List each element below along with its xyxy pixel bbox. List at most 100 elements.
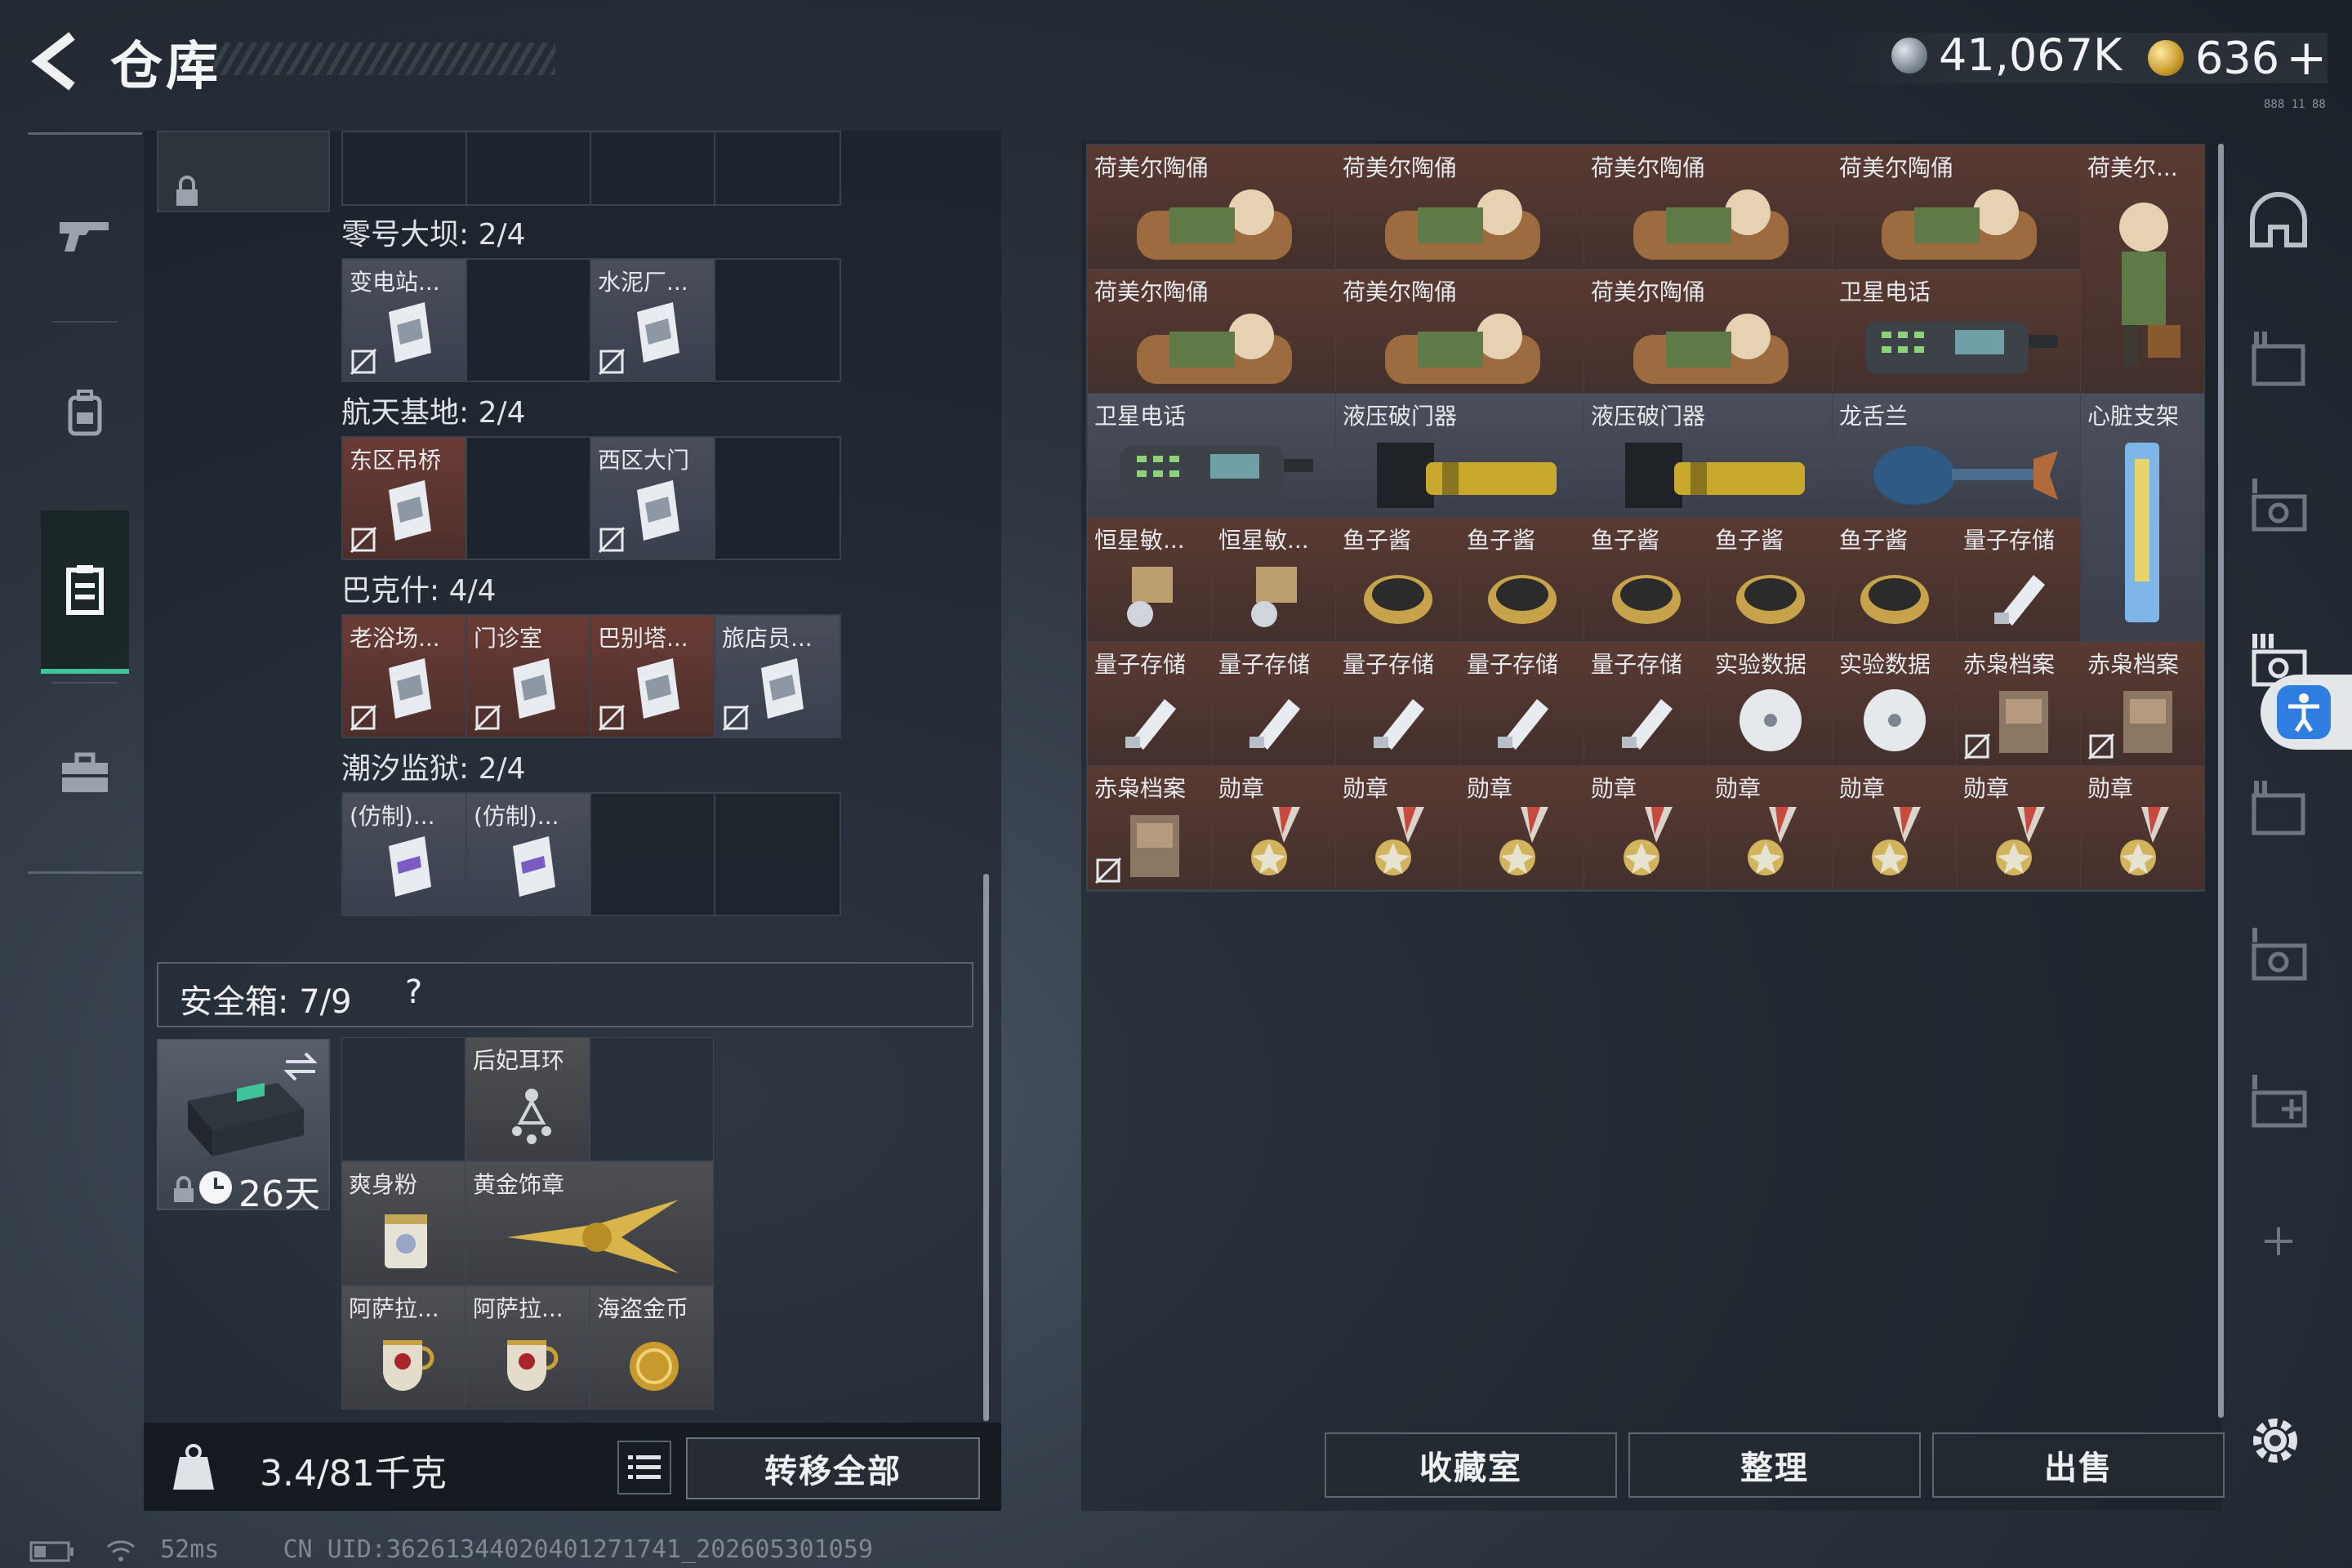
back-button[interactable]	[24, 31, 90, 91]
stash-item[interactable]: 鱼子酱	[1460, 518, 1584, 642]
silver-coin-icon	[1891, 37, 1927, 74]
stash-item[interactable]: 液压破门器	[1584, 394, 1833, 518]
stash-item[interactable]: 荷美尔陶俑	[1088, 145, 1336, 270]
safebox-item-wide[interactable]: 黄金饰章	[466, 1161, 714, 1285]
no-trade-icon	[350, 348, 377, 376]
stash-item[interactable]: 量子存储	[1212, 642, 1336, 766]
stash-item[interactable]: 荷美尔陶俑	[1336, 270, 1584, 394]
safebox-item[interactable]: 阿萨拉...	[466, 1285, 590, 1410]
locked-item-slot[interactable]	[157, 131, 330, 212]
stash-item[interactable]: 实验数据	[1833, 642, 1957, 766]
stash-item[interactable]: 鱼子酱	[1833, 518, 1957, 642]
keycard-slot[interactable]: 巴别塔...	[591, 616, 715, 737]
stash-item[interactable]: 赤枭档案	[2081, 642, 2205, 766]
stash-item[interactable]: 荷美尔...	[2081, 145, 2205, 394]
sell-button[interactable]: 出售	[1932, 1432, 2225, 1498]
stash-item[interactable]: 赤枭档案	[1088, 766, 1212, 890]
data-disc-icon	[1740, 689, 1802, 751]
collection-room-button[interactable]: 收藏室	[1325, 1432, 1617, 1498]
stash-item[interactable]: 荷美尔陶俑	[1584, 270, 1833, 394]
stash-item[interactable]: 量子存储	[1460, 642, 1584, 766]
stash-item[interactable]: 勋章	[1584, 766, 1708, 890]
keycard-slot[interactable]: 门诊室	[467, 616, 591, 737]
keycard-slot[interactable]: 西区大门	[591, 438, 715, 559]
rail-storage-6[interactable]	[2238, 915, 2319, 996]
stash-item[interactable]: 恒星敏...	[1212, 518, 1336, 642]
ping-value: 52ms	[160, 1535, 220, 1564]
stash-item[interactable]: 荷美尔陶俑	[1833, 145, 2081, 270]
stash-item[interactable]: 勋章	[1336, 766, 1460, 890]
sort-button[interactable]: 整理	[1628, 1432, 1921, 1498]
accessibility-button[interactable]	[2261, 675, 2352, 750]
stash-item[interactable]: 勋章	[1460, 766, 1584, 890]
stash-item[interactable]: 量子存储	[1957, 518, 2081, 642]
stash-item[interactable]: 荷美尔陶俑	[1088, 270, 1336, 394]
caviar-tin-icon	[1364, 575, 1432, 624]
rail-storage-2[interactable]	[2238, 318, 2319, 400]
stash-item[interactable]: 勋章	[1212, 766, 1336, 890]
stash-item[interactable]: 实验数据	[1708, 642, 1833, 766]
rail-storage-7[interactable]	[2238, 1062, 2319, 1143]
stash-item[interactable]: 荷美尔陶俑	[1336, 145, 1584, 270]
keycard-slot[interactable]: (仿制)...	[467, 794, 591, 915]
nav-weapons[interactable]	[41, 153, 129, 316]
empty-slot	[467, 260, 591, 381]
help-icon[interactable]: ?	[405, 973, 422, 1011]
stash-item[interactable]: 鱼子酱	[1708, 518, 1833, 642]
gear-icon	[2253, 1419, 2297, 1463]
stash-item[interactable]: 勋章	[1957, 766, 2081, 890]
stash-scrollbar[interactable]	[2218, 144, 2224, 1418]
safebox-item[interactable]: 爽身粉	[341, 1161, 466, 1285]
stash-item[interactable]: 量子存储	[1088, 642, 1212, 766]
list-view-button[interactable]	[617, 1441, 671, 1494]
figurine-icon	[1385, 314, 1540, 384]
keycard-icon	[389, 836, 431, 897]
keycard-slot[interactable]: (仿制)...	[343, 794, 467, 915]
stash-item[interactable]: 勋章	[1833, 766, 1957, 890]
keycard-slot[interactable]: 东区吊桥	[343, 438, 467, 559]
stash-item[interactable]: 量子存储	[1336, 642, 1460, 766]
status-bar: 52ms CN UID:36261344020401271741_2026053…	[29, 1535, 873, 1565]
quantum-storage-icon	[1125, 699, 1176, 750]
nav-storage[interactable]	[41, 510, 129, 674]
add-currency-button[interactable]: +	[2286, 29, 2327, 87]
keycard-slot[interactable]: 旅店员...	[715, 616, 840, 737]
map-title-tidal-prison: 潮汐监狱: 2/4	[341, 752, 526, 786]
settings-button[interactable]	[2243, 1408, 2308, 1473]
keycard-icon	[389, 480, 431, 541]
stash-item[interactable]: 勋章	[2081, 766, 2205, 890]
keycard-slot[interactable]: 老浴场...	[343, 616, 467, 737]
keycard-slot[interactable]: 水泥厂...	[591, 260, 715, 381]
rail-storage-3[interactable]	[2238, 466, 2319, 547]
nav-backpack[interactable]	[41, 331, 129, 494]
gold-currency[interactable]: 636 +	[2148, 29, 2327, 87]
stash-item[interactable]: 卫星电话	[1088, 394, 1336, 518]
stash-item[interactable]: 恒星敏...	[1088, 518, 1212, 642]
stash-item[interactable]: 心脏支架	[2081, 394, 2205, 642]
safebox-item[interactable]: 海盗金币	[590, 1285, 714, 1410]
stash-item[interactable]: 液压破门器	[1336, 394, 1584, 518]
transfer-all-button[interactable]: 转移全部	[686, 1437, 980, 1499]
safebox-item[interactable]: 阿萨拉...	[341, 1285, 466, 1410]
keycard-icon	[761, 658, 804, 719]
left-scrollbar[interactable]	[983, 874, 989, 1421]
stash-item[interactable]: 荷美尔陶俑	[1584, 145, 1833, 270]
nav-case[interactable]	[41, 692, 129, 855]
stash-item[interactable]: 赤枭档案	[1957, 642, 2081, 766]
rail-armor[interactable]	[2238, 180, 2319, 261]
stash-item[interactable]: 龙舌兰	[1833, 394, 2081, 518]
rail-storage-5[interactable]	[2238, 768, 2319, 849]
figurine-icon	[1633, 314, 1788, 384]
safebox-item[interactable]: 后妃耳环	[466, 1037, 590, 1161]
stash-item[interactable]: 勋章	[1708, 766, 1833, 890]
stash-item[interactable]: 鱼子酱	[1584, 518, 1708, 642]
keycard-row-tidal-prison: (仿制)... (仿制)...	[341, 792, 841, 916]
stash-item[interactable]: 卫星电话	[1833, 270, 2081, 394]
add-storage-button[interactable]	[2238, 1200, 2319, 1282]
keycard-slot[interactable]: 变电站...	[343, 260, 467, 381]
safebox-container[interactable]: 26天	[157, 1039, 330, 1215]
stash-item[interactable]: 量子存储	[1584, 642, 1708, 766]
stash-item[interactable]: 鱼子酱	[1336, 518, 1460, 642]
build-tag: 888 11 88	[2264, 98, 2326, 111]
empty-slot	[715, 132, 840, 204]
